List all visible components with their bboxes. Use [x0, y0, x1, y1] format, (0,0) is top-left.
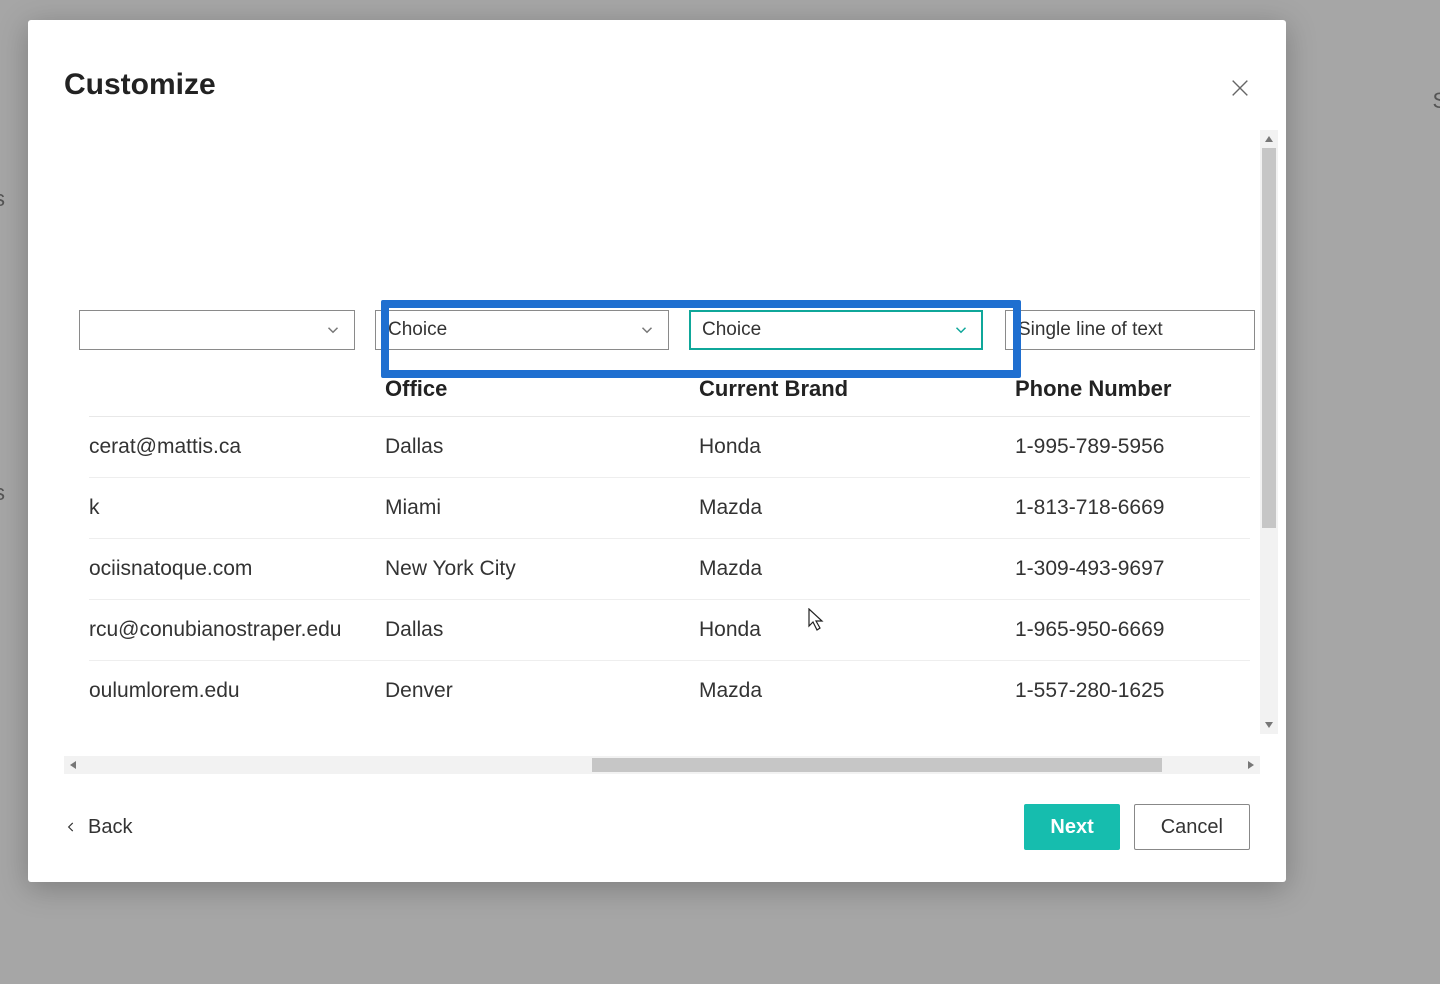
column-type-select-brand[interactable]: Choice [689, 310, 983, 350]
select-label: Choice [388, 319, 447, 341]
close-button[interactable] [1224, 72, 1256, 104]
cell: ociisnatoque.com [89, 557, 375, 581]
modal-title: Customize [64, 68, 216, 102]
bg-fragment: Si [1432, 88, 1440, 114]
modal-footer: Back Next Cancel [64, 804, 1250, 850]
cell: Denver [375, 679, 689, 703]
content-area: Choice Choice [64, 130, 1278, 758]
chevron-down-icon [638, 321, 656, 339]
cell: 1-965-950-6669 [1005, 618, 1265, 642]
select-label: Single line of text [1018, 319, 1163, 341]
column-header-office: Office [375, 376, 689, 402]
column-header-phone: Phone Number [1005, 376, 1265, 402]
bg-fragment: s [0, 480, 5, 506]
cell: rcu@conubianostraper.edu [89, 618, 375, 642]
back-button[interactable]: Back [64, 816, 132, 839]
chevron-left-icon [64, 816, 78, 838]
column-type-select[interactable] [79, 310, 355, 350]
scroll-right-arrow-icon[interactable] [1242, 756, 1260, 774]
table-row: cerat@mattis.ca Dallas Honda 1-995-789-5… [89, 417, 1250, 478]
chevron-down-icon [324, 321, 342, 339]
column-type-select-office[interactable]: Choice [375, 310, 669, 350]
cell: Miami [375, 496, 689, 520]
cell: Honda [689, 435, 1005, 459]
cell: Mazda [689, 496, 1005, 520]
column-type-select-phone[interactable]: Single line of text [1005, 310, 1255, 350]
column-type-row: Choice Choice [89, 310, 1250, 350]
cell: 1-813-718-6669 [1005, 496, 1265, 520]
table-row: oulumlorem.edu Denver Mazda 1-557-280-16… [89, 661, 1250, 721]
scroll-left-arrow-icon[interactable] [64, 756, 82, 774]
select-label: Choice [702, 319, 761, 341]
cell: Dallas [375, 435, 689, 459]
close-icon [1229, 77, 1251, 99]
cell: 1-557-280-1625 [1005, 679, 1265, 703]
scroll-down-arrow-icon[interactable] [1260, 716, 1278, 734]
cell: 1-309-493-9697 [1005, 557, 1265, 581]
columns-area: Choice Choice [89, 310, 1250, 721]
cell: k [89, 496, 375, 520]
cell: 1-995-789-5956 [1005, 435, 1265, 459]
cell: Honda [689, 618, 1005, 642]
cancel-button[interactable]: Cancel [1134, 804, 1250, 850]
column-header-brand: Current Brand [689, 376, 1005, 402]
cell: Dallas [375, 618, 689, 642]
cell: Mazda [689, 557, 1005, 581]
scroll-up-arrow-icon[interactable] [1260, 130, 1278, 148]
horizontal-scrollbar[interactable] [64, 756, 1260, 774]
cell: cerat@mattis.ca [89, 435, 375, 459]
table-row: ociisnatoque.com New York City Mazda 1-3… [89, 539, 1250, 600]
table-row: rcu@conubianostraper.edu Dallas Honda 1-… [89, 600, 1250, 661]
horizontal-scroll-thumb[interactable] [592, 758, 1162, 772]
customize-modal: Customize [28, 20, 1286, 882]
cell: oulumlorem.edu [89, 679, 375, 703]
bg-fragment: s [0, 186, 5, 212]
back-label: Back [88, 816, 132, 839]
cell: Mazda [689, 679, 1005, 703]
next-button[interactable]: Next [1024, 804, 1119, 850]
table-header-row: Office Current Brand Phone Number [89, 364, 1250, 417]
table-row: k Miami Mazda 1-813-718-6669 [89, 478, 1250, 539]
cell: New York City [375, 557, 689, 581]
chevron-down-icon [952, 321, 970, 339]
vertical-scrollbar[interactable] [1260, 130, 1278, 734]
